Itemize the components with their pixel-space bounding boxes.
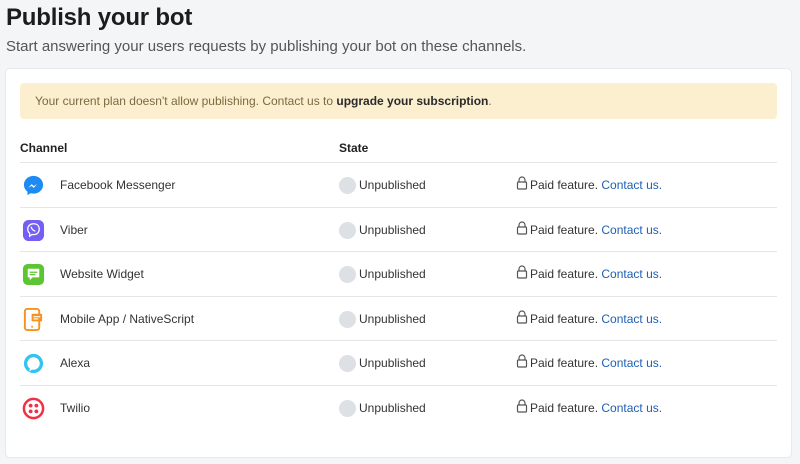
channel-name: Viber [60, 222, 88, 237]
paid-feature-label: Paid feature. [530, 400, 599, 415]
channel-list: Facebook Messenger Unpublished Paid feat… [20, 163, 777, 431]
paid-feature-note: Paid feature. Contact us. [530, 178, 662, 192]
twilio-icon [22, 397, 45, 420]
alexa-icon [23, 354, 44, 374]
paid-feature-note: Paid feature. Contact us. [530, 401, 662, 415]
channel-name: Twilio [60, 400, 91, 415]
lock-icon [516, 399, 528, 413]
contact-us-link[interactable]: Contact us. [601, 401, 662, 415]
column-header-state: State [339, 141, 369, 155]
paid-feature-note: Paid feature. Contact us. [530, 312, 662, 326]
channel-row-alexa: Alexa Unpublished Paid feature. Contact … [20, 341, 777, 386]
state-indicator [339, 355, 356, 373]
plan-alert-suffix: . [488, 94, 492, 108]
page-subtitle: Start answering your users requests by p… [6, 38, 527, 55]
state-label: Unpublished [359, 311, 426, 326]
page-title: Publish your bot [6, 4, 193, 31]
paid-feature-label: Paid feature. [530, 222, 599, 237]
state-indicator [339, 310, 356, 328]
paid-feature-note: Paid feature. Contact us. [530, 267, 662, 281]
channel-name: Alexa [60, 356, 91, 371]
channel-name: Facebook Messenger [60, 178, 176, 192]
channel-name: Mobile App / NativeScript [60, 311, 195, 326]
mobile-app-icon [23, 307, 43, 331]
state-label: Unpublished [359, 222, 426, 237]
contact-us-link[interactable]: Contact us. [601, 312, 662, 326]
state-label: Unpublished [359, 267, 426, 282]
state-indicator [339, 221, 356, 239]
paid-feature-label: Paid feature. [530, 356, 599, 371]
table-header: Channel State [20, 139, 777, 163]
channel-row-website-widget: Website Widget Unpublished Paid feature.… [20, 252, 777, 297]
viber-icon [22, 219, 45, 241]
paid-feature-note: Paid feature. Contact us. [530, 223, 662, 237]
state-indicator [339, 177, 356, 194]
state-label: Unpublished [359, 356, 426, 371]
channel-row-viber: Viber Unpublished Paid feature. Contact … [20, 208, 777, 253]
channel-name: Website Widget [60, 267, 144, 282]
plan-alert-text: Your current plan doesn't allow publishi… [35, 94, 337, 108]
lock-icon [516, 310, 528, 324]
channels-card: Your current plan doesn't allow publishi… [6, 69, 791, 457]
contact-us-link[interactable]: Contact us. [601, 178, 662, 192]
paid-feature-note: Paid feature. Contact us. [530, 356, 662, 370]
channel-row-twilio: Twilio Unpublished Paid feature. Contact… [20, 386, 777, 431]
paid-feature-label: Paid feature. [530, 311, 599, 326]
upgrade-subscription-link[interactable]: upgrade your subscription [336, 94, 488, 108]
state-indicator [339, 266, 356, 284]
lock-icon [516, 354, 528, 368]
website-widget-icon [22, 264, 45, 286]
lock-icon [516, 176, 528, 190]
channel-row-mobile-app: Mobile App / NativeScript Unpublished Pa… [20, 297, 777, 342]
paid-feature-label: Paid feature. [530, 267, 599, 282]
channel-row-facebook-messenger: Facebook Messenger Unpublished Paid feat… [20, 163, 777, 208]
plan-alert: Your current plan doesn't allow publishi… [20, 83, 777, 119]
state-indicator [339, 399, 356, 417]
state-label: Unpublished [359, 178, 426, 192]
contact-us-link[interactable]: Contact us. [601, 356, 662, 370]
contact-us-link[interactable]: Contact us. [601, 223, 662, 237]
lock-icon [516, 265, 528, 279]
state-label: Unpublished [359, 400, 426, 415]
lock-icon [516, 221, 528, 235]
column-header-channel: Channel [20, 141, 68, 155]
messenger-icon [23, 175, 44, 196]
contact-us-link[interactable]: Contact us. [601, 267, 662, 281]
paid-feature-label: Paid feature. [530, 178, 599, 192]
